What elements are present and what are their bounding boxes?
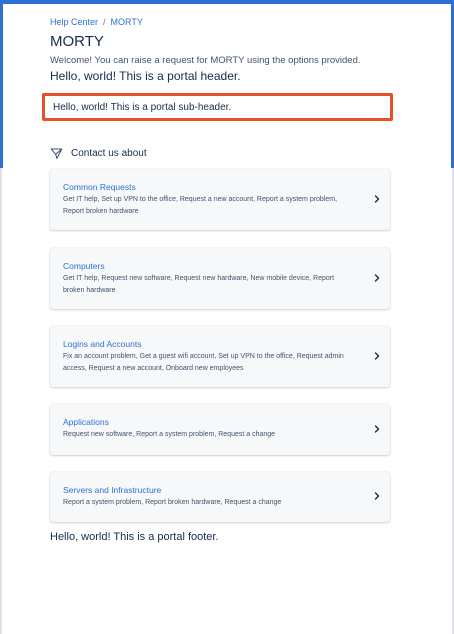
portal-header: Hello, world! This is a portal header. — [50, 69, 241, 83]
portal-subheader-highlight: Hello, world! This is a portal sub-heade… — [42, 93, 393, 121]
welcome-message: Welcome! You can raise a request for MOR… — [50, 55, 361, 66]
frame-left-edge-lower — [0, 168, 2, 634]
group-title[interactable]: Applications — [63, 417, 109, 427]
contact-us-label: Contact us about — [71, 148, 147, 159]
group-title[interactable]: Common Requests — [63, 182, 136, 192]
portal-frame: Help Center / MORTY MORTY Welcome! You c… — [0, 0, 454, 634]
request-group-logins-and-accounts[interactable]: Logins and Accounts Fix an account probl… — [50, 326, 390, 387]
breadcrumb-morty[interactable]: MORTY — [111, 17, 143, 27]
chevron-right-icon — [374, 352, 380, 360]
chevron-right-icon — [374, 274, 380, 282]
breadcrumb-separator: / — [103, 17, 106, 27]
chevron-right-icon — [374, 195, 380, 203]
group-description: Get IT help, Request new software, Reque… — [63, 275, 335, 294]
contact-us-heading: Contact us about — [50, 147, 147, 160]
breadcrumb-help-center[interactable]: Help Center — [50, 17, 98, 27]
page-title: MORTY — [50, 33, 104, 50]
request-group-servers-and-infrastructure[interactable]: Servers and Infrastructure Report a syst… — [50, 472, 390, 522]
breadcrumb: Help Center / MORTY — [50, 17, 143, 27]
group-title[interactable]: Servers and Infrastructure — [63, 485, 161, 495]
group-description: Get IT help, Set up VPN to the office, R… — [63, 196, 338, 215]
group-title[interactable]: Computers — [63, 261, 105, 271]
portal-page: Help Center / MORTY MORTY Welcome! You c… — [3, 4, 451, 634]
group-title[interactable]: Logins and Accounts — [63, 339, 141, 349]
chevron-right-icon — [374, 425, 380, 433]
paper-plane-icon — [50, 147, 63, 160]
chevron-right-icon — [374, 492, 380, 500]
request-group-common-requests[interactable]: Common Requests Get IT help, Set up VPN … — [50, 169, 390, 230]
group-description: Request new software, Report a system pr… — [63, 431, 276, 438]
request-group-computers[interactable]: Computers Get IT help, Request new softw… — [50, 248, 390, 309]
portal-subheader: Hello, world! This is a portal sub-heade… — [53, 102, 232, 113]
portal-footer: Hello, world! This is a portal footer. — [50, 531, 219, 543]
request-group-applications[interactable]: Applications Request new software, Repor… — [50, 404, 390, 455]
group-description: Report a system problem, Report broken h… — [63, 499, 282, 506]
group-description: Fix an account problem, Get a guest wifi… — [63, 353, 344, 372]
